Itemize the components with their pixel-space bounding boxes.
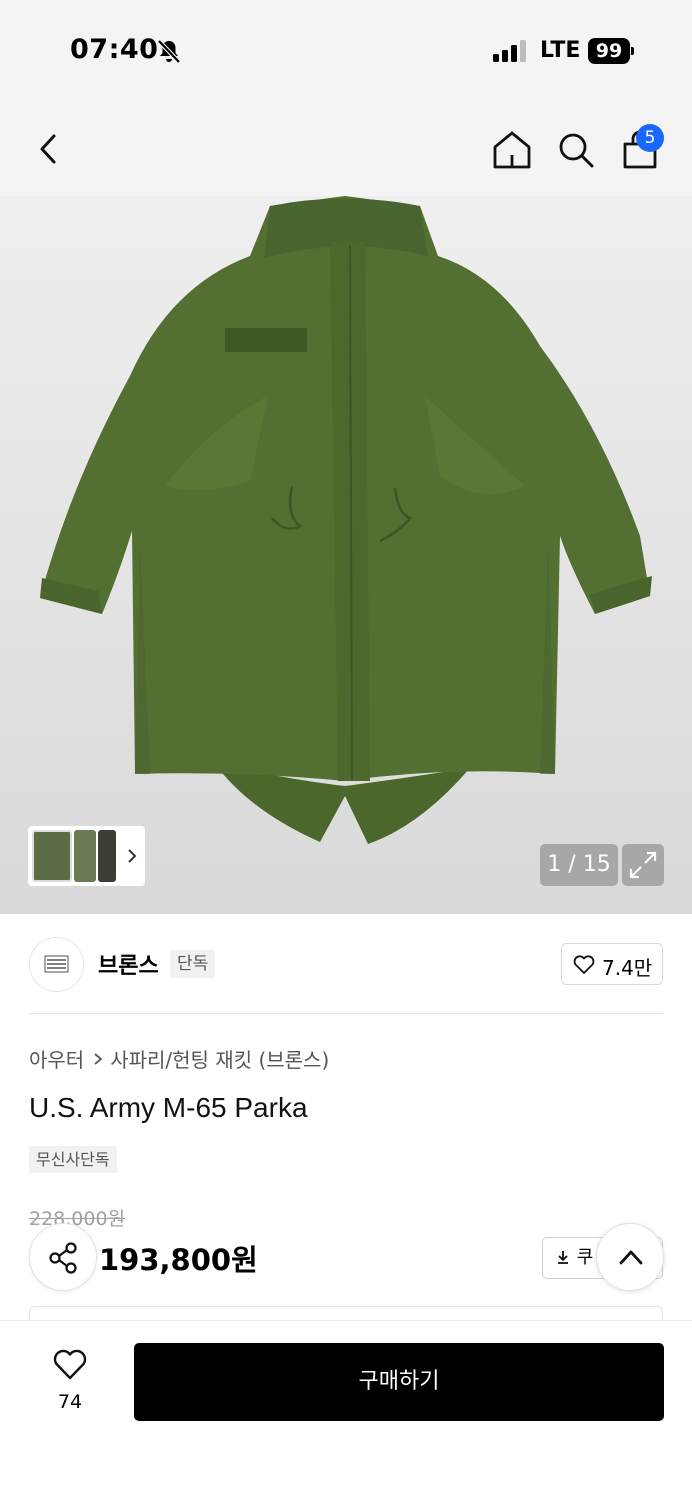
status-bar: 07:40 LTE 99	[0, 0, 692, 100]
thumbnail-3[interactable]	[98, 830, 116, 882]
app-header	[0, 100, 692, 196]
chevron-up-icon	[619, 1250, 643, 1265]
back-icon[interactable]	[34, 130, 66, 168]
brand-like-button[interactable]: 7.4만	[561, 943, 663, 985]
image-counter: 1 / 15	[540, 844, 618, 886]
share-button[interactable]	[29, 1223, 97, 1291]
breadcrumb-category[interactable]: 아우터	[29, 1044, 84, 1073]
bell-off-icon	[157, 39, 181, 64]
battery-icon: 99	[588, 38, 634, 64]
expand-icon	[629, 851, 657, 879]
breadcrumb: 아우터 사파리/헌팅 재킷 (브론스)	[29, 1044, 329, 1073]
heart-icon	[573, 955, 595, 974]
share-icon	[49, 1242, 77, 1274]
brand-logo[interactable]	[29, 937, 84, 992]
breadcrumb-subcategory[interactable]: 사파리/헌팅 재킷 (브론스)	[110, 1044, 329, 1073]
brand-like-count: 7.4만	[602, 956, 653, 980]
scroll-top-button[interactable]	[596, 1223, 664, 1291]
wishlist-button[interactable]: 74	[40, 1347, 100, 1417]
expand-button[interactable]	[622, 844, 664, 886]
signal-icon	[493, 40, 527, 62]
heart-icon	[53, 1349, 87, 1380]
product-title: U.S. Army M-65 Parka	[29, 1092, 308, 1123]
cart-count-badge: 5	[636, 124, 664, 152]
divider	[29, 1013, 663, 1014]
network-type: LTE	[540, 38, 581, 63]
status-time: 07:40	[70, 34, 159, 65]
chevron-right-icon[interactable]	[126, 846, 138, 866]
brand-name[interactable]: 브론스	[98, 948, 159, 980]
battery-level: 99	[588, 38, 630, 64]
chevron-right-icon	[94, 1052, 103, 1065]
buy-button[interactable]: 구매하기	[134, 1343, 664, 1421]
coupon-label: 쿠	[576, 1247, 594, 1268]
sale-price: 193,800원	[99, 1243, 258, 1277]
wishlist-count: 74	[57, 1391, 83, 1413]
thumbnail-strip[interactable]	[28, 826, 145, 886]
search-icon[interactable]	[556, 128, 596, 172]
thumbnail-1[interactable]	[32, 830, 72, 882]
download-icon	[558, 1251, 568, 1264]
exclusive-tag: 단독	[170, 950, 216, 978]
musinsa-exclusive-tag: 무신사단독	[29, 1146, 117, 1173]
parka-image	[40, 196, 652, 844]
home-icon[interactable]	[491, 128, 533, 172]
bottom-action-bar: 74 구매하기	[0, 1320, 692, 1500]
thumbnail-2[interactable]	[74, 830, 96, 882]
product-image[interactable]: 1 / 15	[0, 196, 692, 914]
brand-logo-image	[44, 955, 69, 973]
